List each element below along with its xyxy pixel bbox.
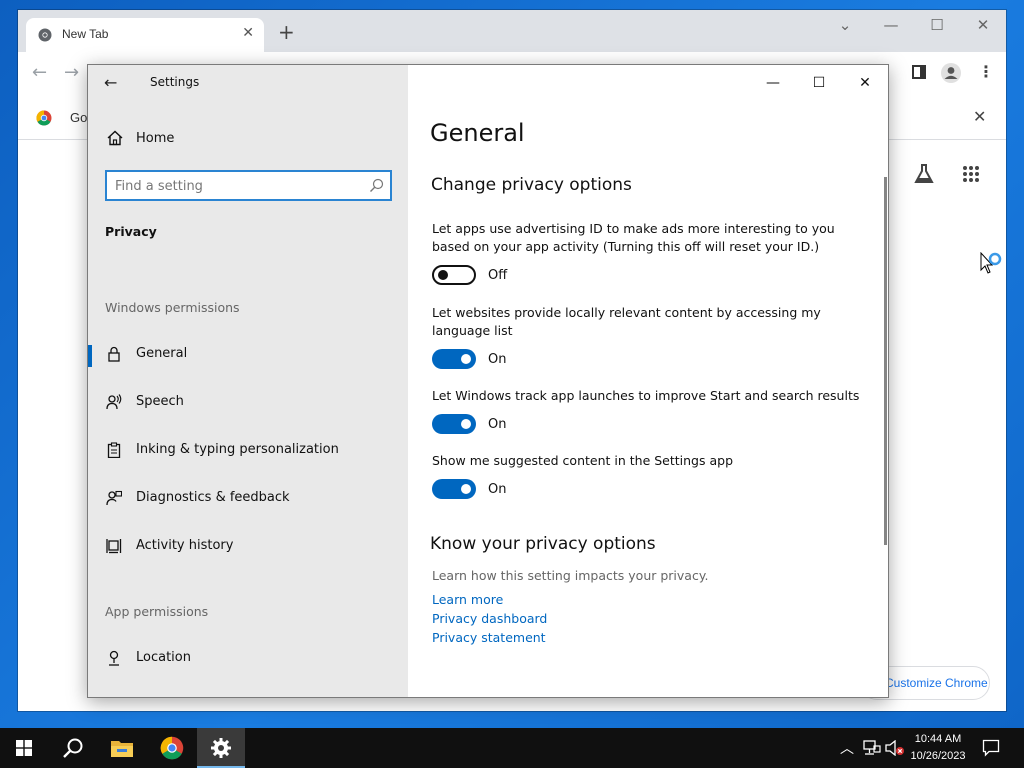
side-panel-icon[interactable] [911, 64, 927, 80]
settings-taskbar-button[interactable] [197, 728, 245, 768]
find-setting-search-box [105, 170, 392, 201]
chrome-minimize-icon[interactable]: — [876, 16, 906, 34]
toggle-knob [438, 270, 448, 280]
taskbar: ︿ 10:44 AM 10/26/2023 [0, 728, 1024, 768]
chrome-menu-icon[interactable]: ⋮ [978, 62, 994, 81]
nav-item-diagnostics[interactable]: Diagnostics & feedback [88, 481, 408, 517]
nav-item-label: Inking & typing personalization [136, 442, 339, 457]
nav-item-activity-history[interactable]: Activity history [88, 529, 408, 565]
gear-icon [211, 738, 231, 758]
suggested-content-toggle[interactable] [432, 479, 476, 499]
search-icon[interactable] [369, 178, 384, 193]
feedback-icon [106, 490, 122, 506]
settings-app-title: Settings [150, 75, 200, 89]
app-launch-tracking-toggle[interactable] [432, 414, 476, 434]
chrome-taskbar-icon [160, 736, 184, 760]
chrome-close-icon[interactable]: ✕ [968, 16, 998, 34]
folder-icon [111, 741, 133, 757]
nav-item-location[interactable]: Location [88, 641, 408, 677]
toggle-knob [461, 354, 471, 364]
info-bar-close-icon[interactable]: ✕ [973, 107, 986, 126]
chrome-tab-strip: New Tab ✕ + ⌄ — ☐ ✕ [18, 10, 1006, 52]
profile-avatar-icon[interactable] [940, 62, 962, 84]
nav-item-label: Location [136, 650, 191, 665]
nav-item-label: General [136, 346, 188, 361]
find-setting-input[interactable] [115, 177, 355, 195]
maximize-icon[interactable]: ☐ [796, 69, 842, 97]
chrome-favicon-icon [38, 28, 52, 42]
chrome-logo-icon [36, 110, 52, 126]
search-taskbar-button[interactable] [48, 728, 96, 768]
page-title: General [430, 119, 525, 147]
clock-time: 10:44 AM [914, 733, 962, 745]
location-icon [109, 650, 119, 666]
nav-item-label: Diagnostics & feedback [136, 490, 290, 505]
labs-flask-icon[interactable] [912, 162, 936, 186]
notifications-icon[interactable] [982, 739, 1000, 757]
content-scrollbar[interactable] [884, 177, 887, 545]
app-launch-tracking-description: Let Windows track app launches to improv… [432, 388, 860, 403]
google-apps-icon[interactable] [962, 165, 980, 183]
file-explorer-taskbar-button[interactable] [98, 728, 146, 768]
know-privacy-description: Learn how this setting impacts your priv… [432, 568, 709, 583]
network-icon[interactable] [863, 740, 881, 756]
home-label: Home [136, 131, 175, 146]
clock[interactable]: 10:44 AM 10/26/2023 [905, 731, 971, 765]
settings-navigation-pane: ← Settings Home Privacy Windows permissi… [88, 65, 408, 697]
home-icon [107, 130, 123, 146]
show-hidden-icons-icon[interactable]: ︿ [840, 738, 854, 758]
busy-cursor-icon [980, 252, 1002, 274]
selected-indicator [88, 345, 92, 367]
chrome-tab-close-icon[interactable]: ✕ [242, 25, 254, 41]
lock-icon [108, 346, 120, 362]
language-list-state: On [488, 352, 507, 367]
nav-item-inking-typing[interactable]: Inking & typing personalization [88, 433, 408, 469]
minimize-icon[interactable]: — [750, 69, 796, 97]
app-launch-tracking-state: On [488, 417, 507, 432]
chrome-tab-search-icon[interactable]: ⌄ [830, 16, 860, 34]
suggested-content-state: On [488, 482, 507, 497]
back-arrow-icon[interactable]: ← [104, 73, 128, 93]
suggested-content-description: Show me suggested content in the Setting… [432, 453, 734, 468]
learn-more-link[interactable]: Learn more [432, 592, 503, 607]
language-list-toggle[interactable] [432, 349, 476, 369]
advertising-id-state: Off [488, 268, 508, 283]
privacy-statement-link[interactable]: Privacy statement [432, 630, 546, 645]
privacy-dashboard-link[interactable]: Privacy dashboard [432, 611, 547, 626]
windows-permissions-heading: Windows permissions [105, 300, 240, 315]
app-permissions-heading: App permissions [105, 604, 209, 619]
settings-window: ← Settings Home Privacy Windows permissi… [87, 64, 889, 698]
chrome-taskbar-button[interactable] [148, 728, 196, 768]
close-icon[interactable]: ✕ [842, 69, 888, 97]
chrome-forward-icon[interactable]: → [64, 62, 79, 83]
know-privacy-options-heading: Know your privacy options [430, 534, 656, 554]
advertising-id-toggle[interactable] [432, 265, 476, 285]
settings-content-pane: — ☐ ✕ General Change privacy options Let… [408, 65, 888, 697]
change-privacy-options-heading: Change privacy options [431, 175, 632, 195]
advertising-id-description: Let apps use advertising ID to make ads … [432, 221, 835, 254]
toggle-knob [461, 484, 471, 494]
nav-item-general[interactable]: General [88, 337, 408, 373]
nav-item-label: Activity history [136, 538, 234, 553]
toggle-knob [461, 419, 471, 429]
nav-item-speech[interactable]: Speech [88, 385, 408, 421]
windows-logo-icon [16, 740, 32, 756]
clock-date: 10/26/2023 [910, 750, 966, 762]
chrome-back-icon[interactable]: ← [32, 62, 47, 83]
home-nav-item[interactable]: Home [88, 125, 408, 155]
taskbar-search-icon [63, 738, 83, 758]
start-button[interactable] [0, 728, 48, 768]
new-tab-icon[interactable]: + [278, 22, 295, 42]
privacy-section-heading: Privacy [105, 224, 157, 239]
chrome-tab-title: New Tab [62, 27, 109, 41]
timeline-icon [106, 539, 122, 554]
chrome-tab[interactable]: New Tab ✕ [26, 18, 264, 52]
clipboard-icon [107, 442, 121, 458]
speech-icon [106, 394, 122, 410]
nav-item-label: Speech [136, 394, 184, 409]
language-list-description: Let websites provide locally relevant co… [432, 305, 821, 338]
chrome-maximize-icon[interactable]: ☐ [922, 16, 952, 34]
volume-muted-icon[interactable] [885, 740, 905, 756]
